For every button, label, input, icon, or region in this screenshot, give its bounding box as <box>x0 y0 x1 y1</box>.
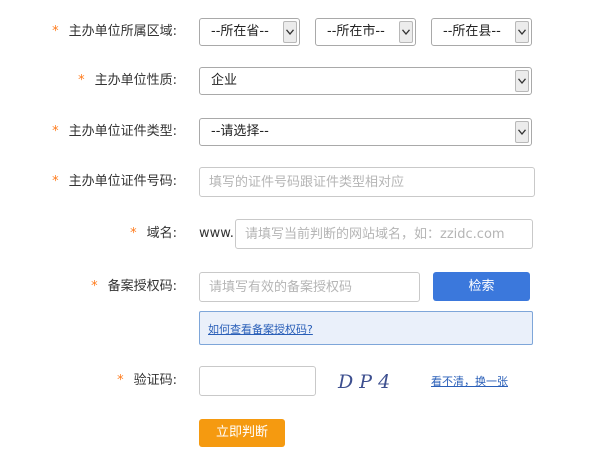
cert-number-label: * 主办单位证件号码: <box>52 174 177 189</box>
nature-label: * 主办单位性质: <box>78 73 177 88</box>
chevron-down-icon <box>515 121 529 143</box>
cert-type-select[interactable]: --请选择-- <box>199 118 532 146</box>
search-button[interactable]: 检索 <box>433 272 530 301</box>
domain-prefix: www. <box>199 226 234 241</box>
svg-text:D P 4: D P 4 <box>337 371 390 393</box>
city-select[interactable]: --所在市-- <box>315 18 416 46</box>
captcha-image[interactable]: D P 4 <box>336 366 408 394</box>
captcha-refresh-link[interactable]: 看不清，换一张 <box>431 373 508 389</box>
captcha-label: * 验证码: <box>117 373 177 388</box>
auth-code-help-box: 如何查看备案授权码? <box>199 311 533 345</box>
submit-button[interactable]: 立即判断 <box>199 419 285 447</box>
cert-type-label: * 主办单位证件类型: <box>52 124 177 139</box>
cert-number-input[interactable] <box>199 167 535 197</box>
chevron-down-icon <box>515 70 529 92</box>
auth-code-label: * 备案授权码: <box>91 279 177 294</box>
domain-input[interactable] <box>235 219 533 249</box>
chevron-down-icon <box>283 21 297 43</box>
domain-label: * 域名: <box>130 226 177 241</box>
auth-code-help-link[interactable]: 如何查看备案授权码? <box>208 321 313 337</box>
county-select[interactable]: --所在县-- <box>431 18 532 46</box>
chevron-down-icon <box>399 21 413 43</box>
region-label: * 主办单位所属区域: <box>52 24 177 39</box>
auth-code-input[interactable] <box>199 272 420 302</box>
chevron-down-icon <box>515 21 529 43</box>
province-select[interactable]: --所在省-- <box>199 18 300 46</box>
nature-select[interactable]: 企业 <box>199 67 532 95</box>
captcha-input[interactable] <box>199 366 316 396</box>
